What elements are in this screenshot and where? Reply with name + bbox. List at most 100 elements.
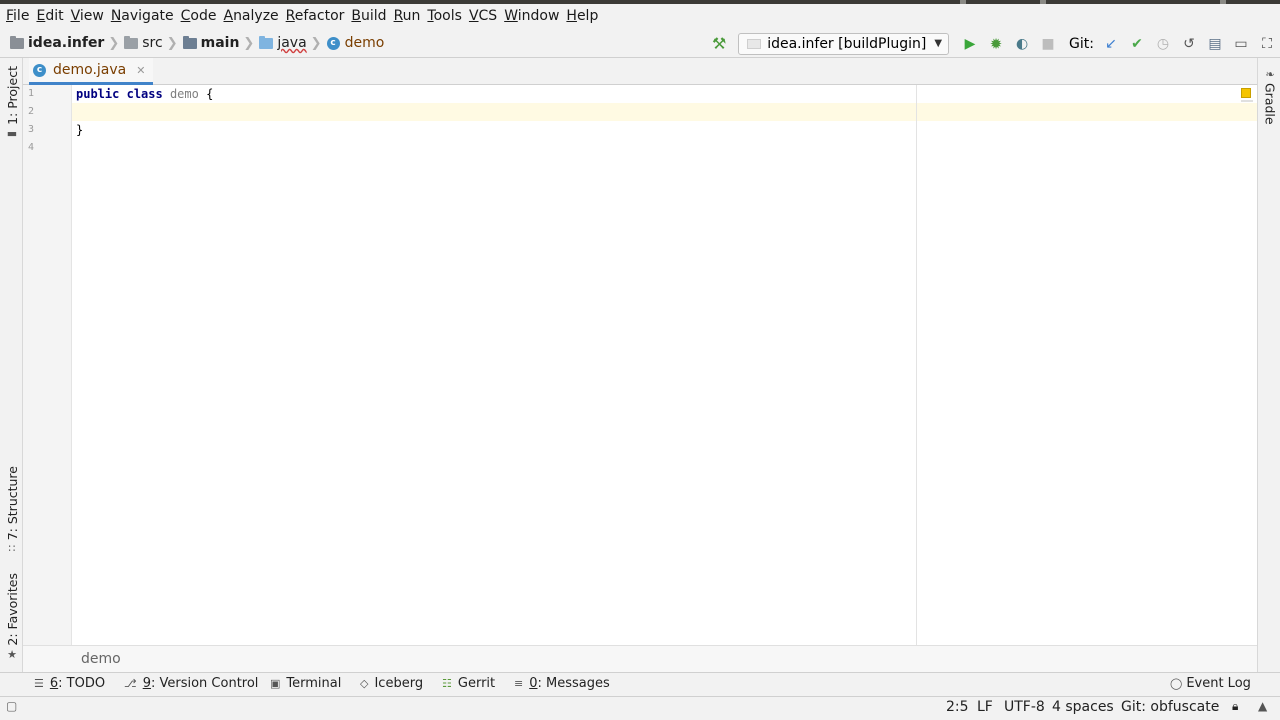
main-toolbar: ⚒ idea.infer [buildPlugin] ▼ ▶ ✹ ◐ ■ Git…: [706, 29, 1280, 58]
folder-icon: [124, 35, 139, 49]
vcs-branch-icon: ⎇: [124, 677, 137, 690]
code-line-3[interactable]: }: [76, 123, 83, 137]
run-configuration-select[interactable]: idea.infer [buildPlugin] ▼: [738, 32, 950, 55]
structure-icon: ∷: [8, 542, 16, 556]
breadcrumb-src[interactable]: src ❯: [124, 35, 182, 51]
notifications-icon[interactable]: ▲: [1258, 699, 1267, 713]
build-hammer-icon[interactable]: ⚒: [706, 33, 732, 55]
git-update-icon[interactable]: ↙: [1098, 33, 1124, 55]
tool-window-event-log[interactable]: ◯ Event Log: [1170, 676, 1251, 691]
menu-vcs[interactable]: VCS: [469, 8, 502, 24]
tool-tab-structure[interactable]: 7: Structure ∷: [2, 466, 22, 555]
class-name: demo: [169, 87, 199, 101]
menu-view[interactable]: View: [71, 8, 109, 24]
run-with-coverage-icon[interactable]: ◐: [1009, 33, 1035, 55]
class-icon: c: [33, 63, 46, 77]
terminal-window-icon[interactable]: ▭: [1228, 33, 1254, 55]
list-icon: ☰: [34, 677, 44, 690]
breadcrumb-demo[interactable]: c demo: [326, 35, 384, 51]
star-icon: ★: [7, 647, 17, 661]
search-everywhere-icon[interactable]: ⛶: [1254, 33, 1280, 55]
warning-marker-icon[interactable]: [1241, 88, 1251, 98]
git-branch[interactable]: Git: obfuscate: [1121, 699, 1219, 715]
chevron-down-icon: ▼: [934, 38, 943, 49]
module-folder-icon: [182, 35, 197, 49]
lock-icon[interactable]: 🔒︎: [1232, 699, 1238, 714]
line-number: 4: [28, 142, 35, 153]
git-rollback-icon[interactable]: ↺: [1176, 33, 1202, 55]
caret-position[interactable]: 2:5: [946, 699, 969, 715]
code-editor[interactable]: 1 2 3 4 public class demo { }: [23, 85, 1257, 645]
menu-code[interactable]: Code: [181, 8, 222, 24]
menu-tools[interactable]: Tools: [427, 8, 467, 24]
source-folder-icon: [259, 35, 274, 49]
editor-tab-demo-java[interactable]: c demo.java ✕: [29, 58, 154, 85]
close-icon[interactable]: ✕: [136, 64, 145, 77]
status-bar: ▢ 2:5 LF UTF-8 4 spaces Git: obfuscate 🔒…: [0, 696, 1280, 720]
tool-window-terminal[interactable]: ▣ Terminal: [270, 676, 341, 691]
line-number: 3: [28, 124, 35, 135]
tool-window-messages[interactable]: ≡ 0: Messages: [514, 676, 610, 691]
caret-line-highlight: [23, 103, 1257, 121]
git-label: Git:: [1069, 35, 1094, 52]
git-history-clock-icon[interactable]: ◷: [1150, 33, 1176, 55]
debug-bug-icon[interactable]: ✹: [983, 33, 1009, 55]
line-separator[interactable]: LF: [977, 699, 993, 715]
brace: {: [206, 87, 214, 101]
git-commit-check-icon[interactable]: ✔: [1124, 33, 1150, 55]
gradle-config-icon: [747, 38, 762, 49]
breadcrumb-project[interactable]: idea.infer ❯: [10, 35, 124, 51]
breadcrumb-separator-icon: ❯: [243, 35, 255, 51]
messages-icon: ≡: [514, 677, 524, 690]
file-encoding[interactable]: UTF-8: [1004, 699, 1045, 715]
breadcrumb-java[interactable]: java ❯: [259, 35, 326, 51]
tool-window-iceberg[interactable]: ◇ Iceberg: [360, 676, 423, 691]
line-number: 1: [28, 88, 35, 99]
stop-icon[interactable]: ■: [1035, 33, 1061, 55]
right-tool-strip: ❧ Gradle: [1257, 58, 1280, 672]
menu-build[interactable]: Build: [351, 8, 391, 24]
class-icon: c: [326, 36, 340, 50]
run-icon[interactable]: ▶: [957, 33, 983, 55]
indent-setting[interactable]: 4 spaces: [1052, 699, 1114, 715]
terminal-icon: ▣: [270, 677, 281, 690]
project-folder-icon: [10, 35, 24, 49]
breadcrumb-separator-icon: ❯: [108, 35, 120, 51]
gradle-elephant-icon: ❧: [1265, 68, 1275, 81]
menu-refactor[interactable]: Refactor: [286, 8, 350, 24]
tool-window-gerrit[interactable]: ☷ Gerrit: [442, 676, 495, 691]
menu-run[interactable]: Run: [394, 8, 426, 24]
toggle-tool-windows-icon[interactable]: ▢: [6, 699, 17, 713]
keyword: public: [76, 87, 120, 101]
keyword: class: [126, 87, 163, 101]
brace: }: [76, 123, 84, 137]
breadcrumb-separator-icon: ❯: [310, 35, 322, 51]
iceberg-icon: ◇: [360, 677, 369, 690]
gerrit-icon: ☷: [442, 677, 452, 690]
menu-help[interactable]: Help: [566, 8, 603, 24]
menu-window[interactable]: Window: [504, 8, 564, 24]
menu-analyze[interactable]: Analyze: [223, 8, 283, 24]
folder-icon: ▬: [6, 126, 18, 140]
project-structure-icon[interactable]: ▤: [1202, 33, 1228, 55]
breadcrumb-separator-icon: ❯: [166, 35, 178, 51]
scroll-marker: [1241, 100, 1253, 102]
menu-navigate[interactable]: Navigate: [111, 8, 179, 24]
code-line-1[interactable]: public class demo {: [76, 87, 213, 101]
menu-edit[interactable]: Edit: [36, 8, 68, 24]
menu-file[interactable]: File: [6, 8, 34, 24]
tool-tab-project[interactable]: 1: Project ▬: [2, 66, 22, 140]
tool-tab-favorites[interactable]: 2: Favorites ★: [2, 573, 22, 661]
tool-window-todo[interactable]: ☰ 6: TODO: [34, 676, 105, 691]
tool-window-bar: ☰ 6: TODO ⎇ 9: Version Control ▣ Termina…: [0, 672, 1280, 696]
tool-window-version-control[interactable]: ⎇ 9: Version Control: [124, 676, 258, 691]
run-configuration-label: idea.infer [buildPlugin]: [767, 35, 927, 52]
editor-breadcrumb-bar: demo: [23, 645, 1257, 672]
navigation-bar: idea.infer ❯ src ❯ main ❯ java ❯ c demo …: [0, 29, 1280, 58]
menu-bar: File Edit View Navigate Code Analyze Ref…: [0, 4, 1280, 28]
breadcrumb-main[interactable]: main ❯: [182, 35, 260, 51]
tool-tab-gradle[interactable]: ❧ Gradle: [1260, 68, 1280, 125]
line-number: 2: [28, 106, 35, 117]
editor-breadcrumb-demo[interactable]: demo: [81, 651, 121, 667]
left-tool-strip: 1: Project ▬ 7: Structure ∷ 2: Favorites…: [0, 58, 23, 672]
